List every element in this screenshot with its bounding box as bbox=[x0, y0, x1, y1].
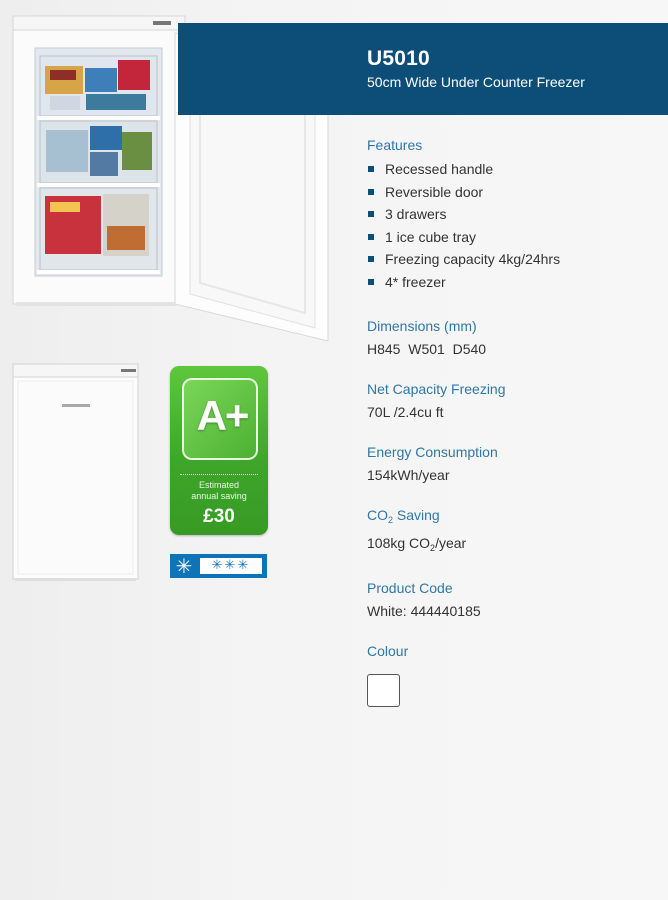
features-heading: Features bbox=[367, 137, 423, 153]
energy-caption-line1: Estimated bbox=[198, 480, 240, 490]
energy-caption: Estimated annual saving bbox=[170, 480, 268, 502]
co2-value: 108kg CO2/year bbox=[367, 534, 657, 557]
product-page: U5010 50cm Wide Under Counter Freezer A+… bbox=[0, 0, 668, 900]
feature-item: Recessed handle bbox=[367, 158, 657, 181]
dimensions-section: Dimensions (mm) H845 W501 D540 bbox=[367, 317, 657, 358]
energy-caption-line2: annual saving bbox=[191, 491, 247, 501]
snowflake-icon: ✳ bbox=[175, 554, 193, 578]
energy-divider bbox=[180, 474, 258, 475]
co2-section: CO2 Saving 108kg CO2/year bbox=[367, 506, 657, 557]
feature-item: Reversible door bbox=[367, 181, 657, 204]
features-list: Recessed handle Reversible door 3 drawer… bbox=[367, 158, 657, 294]
colour-heading: Colour bbox=[367, 642, 409, 659]
co2-heading-suffix: Saving bbox=[393, 506, 440, 523]
feature-item: 1 ice cube tray bbox=[367, 226, 657, 249]
feature-item: 4* freezer bbox=[367, 271, 657, 294]
dimensions-value: H845 W501 D540 bbox=[367, 340, 487, 357]
capacity-section: Net Capacity Freezing 70L /2.4cu ft bbox=[367, 380, 657, 421]
product-code-section: Product Code White: 444440185 bbox=[367, 579, 657, 620]
energy-value: 154kWh/year bbox=[367, 466, 450, 483]
co2-value-suffix: /year bbox=[435, 534, 467, 551]
energy-heading: Energy Consumption bbox=[367, 443, 498, 460]
capacity-value: 70L /2.4cu ft bbox=[367, 403, 444, 420]
energy-saving-amount: £30 bbox=[203, 506, 235, 527]
three-star-icon: ✳✳✳ bbox=[200, 558, 262, 574]
feature-item: 3 drawers bbox=[367, 203, 657, 226]
features-section: Features Recessed handle Reversible door… bbox=[367, 136, 657, 294]
capacity-heading: Net Capacity Freezing bbox=[367, 380, 506, 397]
closed-freezer-image bbox=[12, 363, 139, 581]
energy-grade: A+ bbox=[196, 392, 250, 439]
co2-value-prefix: 108kg CO bbox=[367, 534, 431, 551]
co2-heading: CO2 Saving bbox=[367, 506, 657, 529]
feature-item: Freezing capacity 4kg/24hrs bbox=[367, 248, 657, 271]
energy-grade-box: A+ bbox=[182, 378, 258, 460]
freezer-star-rating: ✳ ✳✳✳ bbox=[170, 554, 267, 578]
product-code-heading: Product Code bbox=[367, 579, 453, 596]
colour-section: Colour bbox=[367, 642, 657, 707]
product-code-value: White: 444440185 bbox=[367, 602, 481, 619]
colour-swatch-white bbox=[367, 673, 400, 707]
model-number: U5010 bbox=[367, 47, 430, 70]
co2-heading-prefix: CO bbox=[367, 506, 388, 523]
product-subtitle: 50cm Wide Under Counter Freezer bbox=[367, 74, 585, 90]
energy-rating-label: A+ Estimated annual saving £30 bbox=[170, 366, 268, 535]
specifications: Features Recessed handle Reversible door… bbox=[367, 136, 657, 707]
energy-section: Energy Consumption 154kWh/year bbox=[367, 443, 657, 484]
dimensions-heading: Dimensions (mm) bbox=[367, 317, 477, 334]
